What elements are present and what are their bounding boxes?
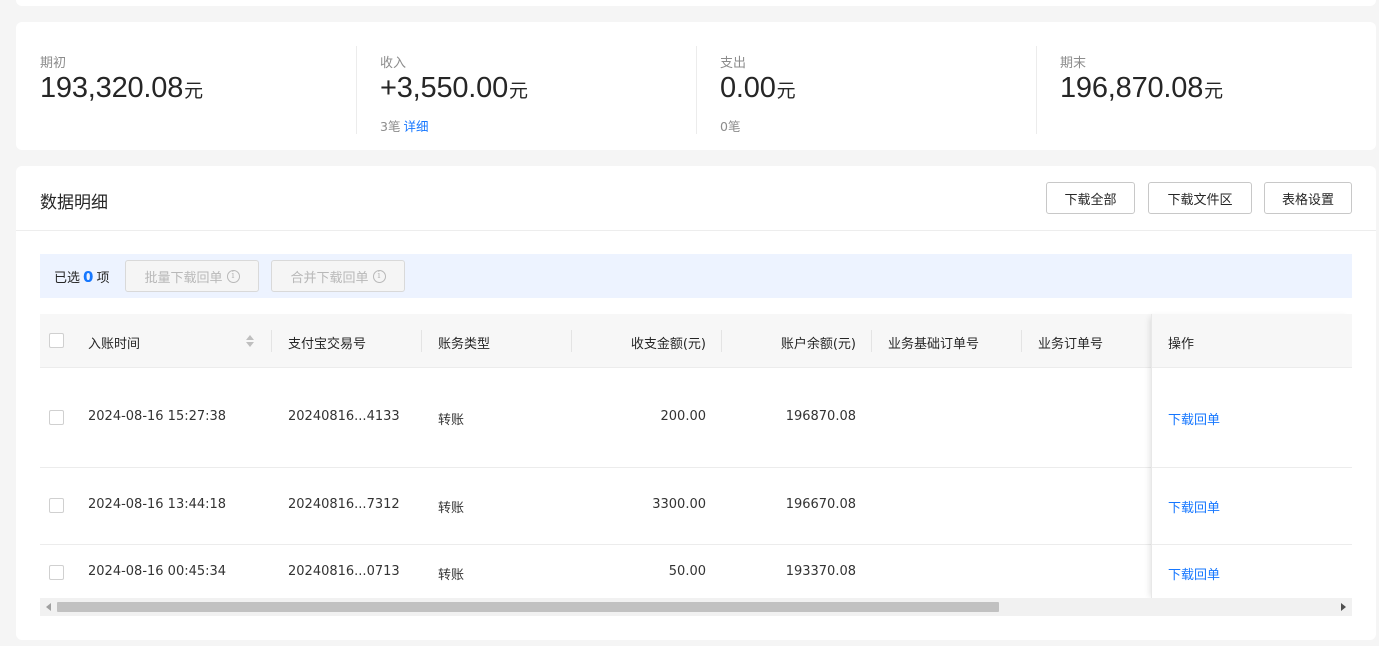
stat-sub: 3笔 详细 (380, 116, 428, 135)
cell-amount: 200.00 (660, 409, 707, 424)
stat-closing: 期末 196,870.08元 (1036, 44, 1376, 134)
cell-balance: 196670.08 (785, 497, 856, 512)
data-table: 入账时间 支付宝交易号 账务类型 收支金额(元) 账户余额(元) 业务基础订单号… (40, 314, 1352, 602)
column-separator (571, 330, 572, 352)
stat-income: 收入 +3,550.00元 3笔 详细 (356, 44, 696, 134)
income-count: 3笔 (380, 119, 401, 134)
column-separator (721, 330, 722, 352)
cell-balance: 193370.08 (785, 564, 856, 579)
cell-amount: 3300.00 (652, 497, 706, 512)
stat-label: 期初 (40, 56, 67, 71)
expense-count: 0笔 (720, 119, 741, 134)
stat-label: 期末 (1060, 56, 1087, 71)
column-header-base-order: 业务基础订单号 (888, 337, 980, 352)
row-checkbox[interactable] (49, 410, 64, 425)
fixed-action-column (1151, 314, 1352, 600)
stat-unit: 元 (509, 80, 529, 102)
stat-unit: 元 (184, 80, 204, 102)
cell-type: 转账 (438, 568, 465, 583)
column-header-trade-no: 支付宝交易号 (288, 337, 367, 352)
selection-prefix: 已选 (54, 271, 81, 286)
selection-count: 0 (83, 268, 94, 286)
scroll-right-icon[interactable] (1341, 603, 1346, 611)
column-header-type: 账务类型 (438, 337, 491, 352)
summary-panel: 期初 193,320.08元 收入 +3,550.00元 3笔 详细 支出 0.0… (16, 22, 1376, 150)
merge-download-label: 合并下载回单 (290, 269, 369, 285)
stat-divider (1036, 46, 1037, 134)
row-checkbox[interactable] (49, 498, 64, 513)
stat-value: 196,870.08 (1060, 72, 1204, 104)
column-separator (871, 330, 872, 352)
info-icon: i (226, 269, 240, 283)
stat-value: +3,550.00 (380, 72, 509, 104)
cell-time: 2024-08-16 15:27:38 (88, 409, 227, 424)
horizontal-scrollbar[interactable] (40, 598, 1352, 616)
stat-divider (356, 46, 357, 134)
stat-label: 收入 (380, 56, 407, 71)
cell-amount: 50.00 (668, 564, 706, 579)
column-header-amount: 收支金额(元) (630, 337, 706, 352)
stat-unit: 元 (1204, 80, 1224, 102)
info-icon: i (372, 269, 386, 283)
stat-sub: 0笔 (720, 116, 740, 135)
stat-label: 支出 (720, 56, 747, 71)
stat-amount: 196,870.08元 (1060, 72, 1223, 105)
scroll-thumb[interactable] (57, 602, 999, 612)
column-header-order: 业务订单号 (1038, 337, 1104, 352)
cell-balance: 196870.08 (785, 409, 856, 424)
sort-icon[interactable] (246, 334, 254, 348)
column-separator (421, 330, 422, 352)
cell-trade-no: 20240816...4133 (288, 409, 400, 424)
detail-panel: 数据明细 下载全部 下载文件区 表格设置 已选 0 项 批量下载回单 i 合并下载回单… (16, 166, 1376, 640)
batch-download-button[interactable]: 批量下载回单 i (125, 260, 259, 292)
stat-amount: 193,320.08元 (40, 72, 203, 105)
stat-expense: 支出 0.00元 0笔 (696, 44, 1036, 134)
stat-value: 0.00 (720, 72, 776, 104)
cell-type: 转账 (438, 413, 465, 428)
batch-download-label: 批量下载回单 (144, 269, 223, 285)
divider (16, 230, 1376, 231)
select-all-checkbox[interactable] (49, 333, 64, 348)
cell-trade-no: 20240816...0713 (288, 564, 400, 579)
stat-value: 193,320.08 (40, 72, 184, 104)
cell-time: 2024-08-16 13:44:18 (88, 497, 227, 512)
stat-divider (696, 46, 697, 134)
column-separator (1021, 330, 1022, 352)
column-separator (271, 330, 272, 352)
scroll-left-icon[interactable] (46, 603, 51, 611)
top-card (16, 0, 1376, 6)
selection-count-text: 已选 0 项 (54, 267, 109, 286)
download-all-button[interactable]: 下载全部 (1046, 182, 1135, 214)
stat-unit: 元 (776, 80, 796, 102)
stat-amount: +3,550.00元 (380, 72, 528, 105)
cell-time: 2024-08-16 00:45:34 (88, 564, 227, 579)
column-header-balance: 账户余额(元) (780, 337, 856, 352)
income-detail-link[interactable]: 详细 (403, 119, 428, 134)
column-header-time[interactable]: 入账时间 (88, 333, 140, 352)
stat-opening: 期初 193,320.08元 (16, 44, 356, 134)
merge-download-button[interactable]: 合并下载回单 i (271, 260, 405, 292)
detail-title: 数据明细 (40, 193, 108, 213)
row-checkbox[interactable] (49, 565, 64, 580)
selection-bar: 已选 0 项 批量下载回单 i 合并下载回单 i (40, 254, 1352, 298)
stat-amount: 0.00元 (720, 72, 796, 105)
table-settings-button[interactable]: 表格设置 (1264, 182, 1352, 214)
download-area-button[interactable]: 下载文件区 (1148, 182, 1252, 214)
cell-type: 转账 (438, 501, 465, 516)
selection-suffix: 项 (96, 271, 110, 286)
cell-trade-no: 20240816...7312 (288, 497, 400, 512)
